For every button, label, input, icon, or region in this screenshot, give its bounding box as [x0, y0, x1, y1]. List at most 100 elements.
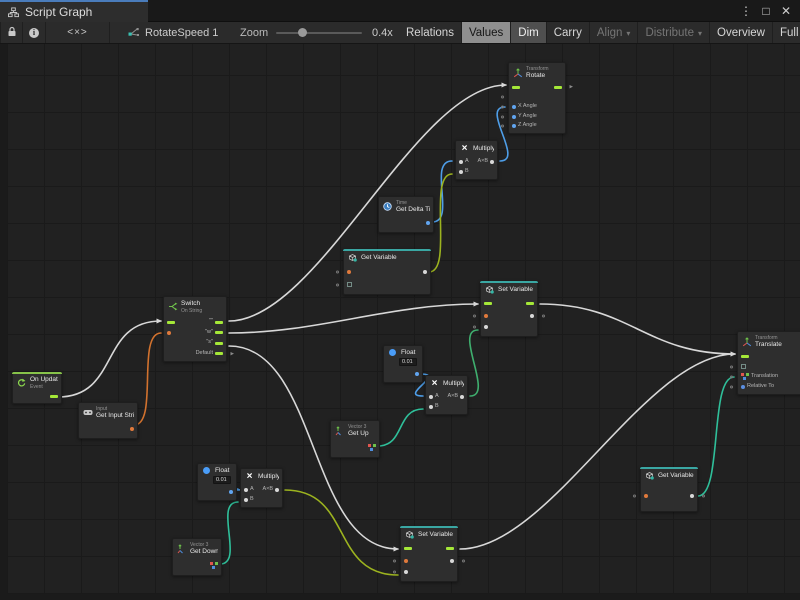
wire-multiply-to-set-variable-bottom[interactable] [285, 490, 398, 575]
code-preview-button[interactable]: <×> [46, 22, 110, 43]
flow-port[interactable] [741, 355, 749, 358]
wire-delta-time-to-multiply[interactable] [432, 161, 452, 222]
flow-port[interactable] [484, 302, 492, 305]
value-port[interactable] [459, 160, 463, 164]
toolbar-button-distribute[interactable]: Distribute▾ [638, 22, 710, 44]
value-port[interactable] [530, 314, 534, 318]
flow-port[interactable] [554, 86, 562, 89]
canvas-left-edge [0, 44, 7, 600]
flow-port[interactable] [404, 547, 412, 550]
toolbar-button-overview[interactable]: Overview [710, 22, 773, 44]
node-get-delta-time[interactable]: TimeGet Delta Time [378, 196, 434, 233]
toolbar-button-full-screen[interactable]: Full Screen [773, 22, 800, 44]
flow-port[interactable] [167, 321, 175, 324]
port-label: "" [209, 319, 213, 325]
flow-port[interactable] [215, 321, 223, 324]
value-port[interactable] [347, 270, 351, 274]
node-set-variable-mid[interactable]: Set Variable [480, 281, 538, 337]
node-get-up[interactable]: Vector 3Get Up [330, 420, 380, 458]
graph-breadcrumb[interactable]: RotateSpeed 1 [128, 22, 218, 44]
value-port[interactable] [404, 570, 408, 574]
toolbar-button-dim[interactable]: Dim [511, 22, 546, 44]
value-field[interactable]: 0.01 [213, 476, 231, 484]
wire-get-variable-to-translate[interactable] [698, 377, 734, 496]
value-port[interactable] [423, 270, 427, 274]
value-port[interactable] [130, 427, 134, 431]
flow-port[interactable] [215, 342, 223, 345]
value-port[interactable] [459, 170, 463, 174]
value-port[interactable] [415, 372, 419, 376]
wire-set-variable-bottom-to-translate[interactable] [460, 354, 735, 549]
node-multiply-mid[interactable]: ×MultiplyAA×BB [425, 375, 468, 415]
value-port[interactable] [429, 405, 433, 409]
toolbar-button-carry[interactable]: Carry [547, 22, 590, 44]
value-port[interactable] [429, 395, 433, 399]
kebab-menu-icon[interactable]: ⋮ [736, 4, 756, 18]
zoom-slider[interactable] [276, 32, 362, 34]
value-field[interactable]: 0.01 [399, 358, 417, 366]
value-port[interactable] [512, 105, 516, 109]
vector3-port[interactable] [368, 444, 376, 451]
flow-port[interactable] [526, 302, 534, 305]
maximize-icon[interactable]: □ [756, 4, 776, 18]
value-port[interactable] [512, 124, 516, 128]
value-port[interactable] [460, 395, 464, 399]
value-port[interactable] [229, 490, 233, 494]
value-port[interactable] [450, 559, 454, 563]
wire-on-update-to-switch[interactable] [58, 321, 161, 397]
flow-port[interactable] [215, 352, 223, 355]
value-port[interactable] [244, 488, 248, 492]
value-port[interactable] [404, 559, 408, 563]
value-port[interactable] [690, 494, 694, 498]
toolbar-button-align[interactable]: Align▾ [590, 22, 639, 44]
info-button[interactable]: i [23, 22, 46, 43]
value-port[interactable] [484, 325, 488, 329]
wire-get-down-to-multiply[interactable] [220, 502, 238, 564]
node-float-bottom[interactable]: Float0.01 [197, 463, 237, 501]
close-icon[interactable]: ✕ [776, 4, 796, 18]
node-on-update[interactable]: On UpdateEvent [12, 372, 62, 404]
node-set-variable-bottom[interactable]: Set Variable [400, 526, 458, 582]
value-port[interactable] [484, 314, 488, 318]
flow-port[interactable] [215, 331, 223, 334]
value-port[interactable] [512, 115, 516, 119]
wire-get-input-to-switch[interactable] [134, 333, 161, 425]
graph-node-icon [128, 27, 140, 40]
node-float-mid[interactable]: Float0.01 [383, 345, 423, 383]
port-label: X Angle [518, 104, 537, 110]
node-translate[interactable]: TransformTranslateTranslationRelative To [737, 331, 800, 395]
node-get-variable-top[interactable]: Get Variable [343, 249, 431, 295]
toolbar-button-relations[interactable]: Relations [399, 22, 462, 44]
vector3-port[interactable] [741, 373, 749, 380]
node-get-down[interactable]: Vector 3Get Down [172, 538, 222, 576]
wire-get-up-to-multiply[interactable] [378, 409, 423, 446]
wire-multiply-to-set-variable-mid[interactable] [470, 330, 479, 396]
flow-port[interactable] [512, 86, 520, 89]
flow-port[interactable] [446, 547, 454, 550]
node-multiply-bottom[interactable]: ×MultiplyAA×BB [240, 468, 283, 508]
wire-set-variable-mid-to-translate[interactable] [540, 304, 735, 354]
lock-button[interactable] [0, 22, 23, 43]
zoom-value: 0.4x [372, 22, 393, 44]
flow-port[interactable] [50, 395, 58, 398]
object-port[interactable] [347, 282, 352, 287]
value-port[interactable] [275, 488, 279, 492]
value-port[interactable] [244, 498, 248, 502]
value-port[interactable] [644, 494, 648, 498]
value-port[interactable] [426, 221, 430, 225]
toolbar-button-values[interactable]: Values [462, 22, 511, 44]
object-port[interactable] [741, 364, 746, 369]
graph-canvas[interactable]: On UpdateEvent InputGet Input Strin Switch… [0, 44, 800, 600]
value-port[interactable] [490, 160, 494, 164]
node-switch-on-string[interactable]: SwitchOn String"""w""s"Default▸ [163, 296, 227, 362]
tab-script-graph[interactable]: Script Graph [0, 0, 148, 22]
node-get-input-string[interactable]: InputGet Input Strin [78, 402, 138, 439]
zoom-slider-thumb[interactable] [298, 28, 307, 37]
port-label: A [465, 159, 469, 165]
value-port[interactable] [741, 385, 745, 389]
node-get-variable-br[interactable]: Get Variable [640, 467, 698, 512]
node-rotate[interactable]: TransformRotate▸X AngleY AngleZ Angle [508, 62, 566, 134]
value-port[interactable] [167, 331, 171, 335]
node-multiply-top[interactable]: ×MultiplyAA×BB [455, 140, 498, 180]
vector3-port[interactable] [210, 562, 218, 569]
